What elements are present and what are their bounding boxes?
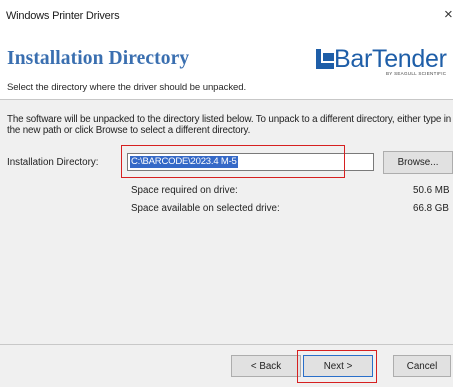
back-button[interactable]: < Back	[231, 355, 301, 377]
bartender-logo-mark-icon	[316, 49, 334, 69]
space-required-label: Space required on drive:	[131, 185, 238, 196]
installation-directory-label: Installation Directory:	[7, 157, 99, 168]
cancel-button[interactable]: Cancel	[393, 355, 451, 377]
page-subtitle: Select the directory where the driver sh…	[7, 82, 247, 93]
wizard-header: Installation Directory Select the direct…	[0, 30, 453, 100]
close-icon[interactable]: ×	[444, 6, 453, 23]
annotation-highlight-directory	[121, 145, 345, 178]
title-bar: Windows Printer Drivers ×	[0, 0, 453, 30]
space-required-value: 50.6 MB	[413, 185, 450, 196]
next-button[interactable]: Next >	[303, 355, 373, 377]
space-available-label: Space available on selected drive:	[131, 203, 280, 214]
logo-tagline: BY SEAGULL SCIENTIFIC	[386, 71, 447, 76]
window-title: Windows Printer Drivers	[6, 10, 120, 22]
bartender-logo: BarTender BY SEAGULL SCIENTIFIC	[314, 45, 453, 86]
space-available-value: 66.8 GB	[413, 203, 449, 214]
browse-button[interactable]: Browse...	[383, 151, 453, 174]
installer-window: Windows Printer Drivers × Installation D…	[0, 0, 453, 387]
logo-text: BarTender	[334, 45, 447, 73]
page-title: Installation Directory	[7, 48, 190, 69]
description-text: The software will be unpacked to the dir…	[7, 114, 452, 136]
footer-divider	[0, 344, 453, 345]
